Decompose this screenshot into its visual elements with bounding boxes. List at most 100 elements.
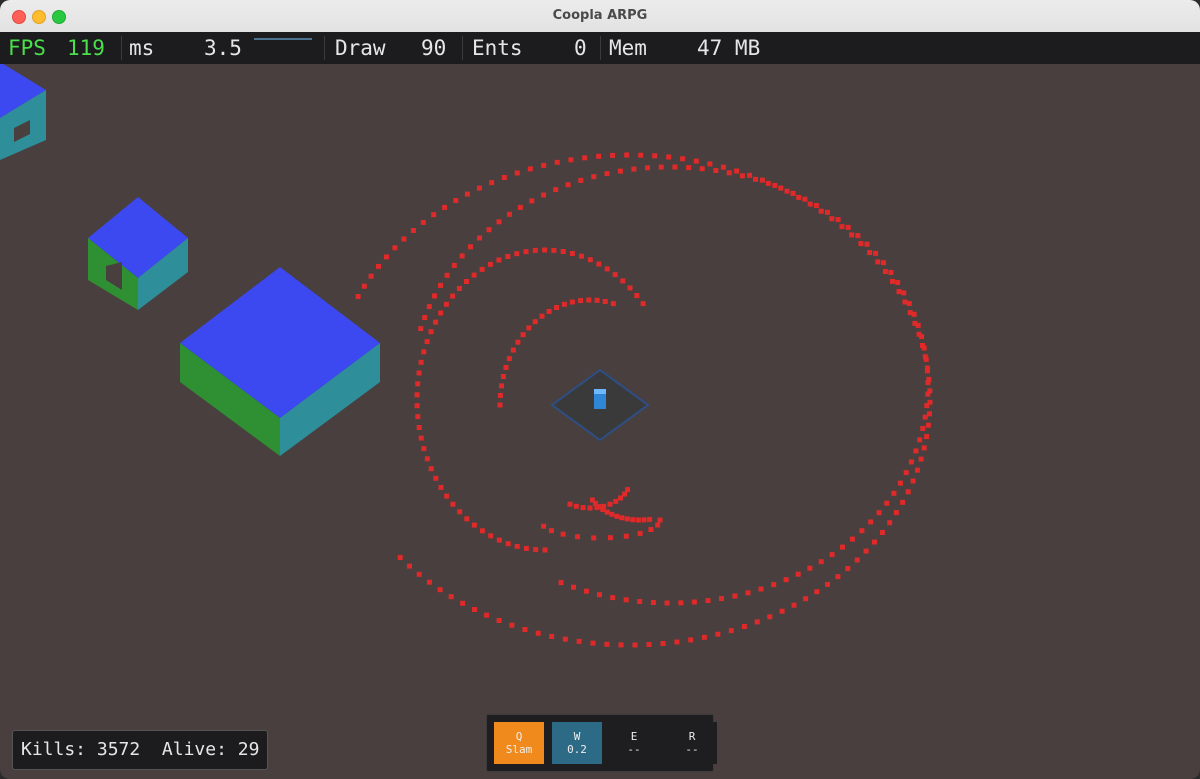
enemy-unit [660,641,666,646]
enemy-unit [900,499,906,505]
enemy-unit [431,212,437,218]
enemy-unit [484,612,490,618]
enemy-unit [924,403,930,409]
enemy-unit [554,159,560,165]
enemy-unit [450,293,456,299]
enemy-unit [416,571,422,577]
skill-slot-e[interactable]: E -- [609,722,659,764]
enemy-unit [460,600,466,606]
enemy-unit [424,456,430,462]
enemy-unit [532,247,538,253]
enemy-unit [604,509,610,515]
enemy-unit [664,600,670,606]
skill-slot-q[interactable]: Q Slam [494,722,544,764]
enemy-unit [701,634,707,640]
enemy-unit [635,517,641,523]
skill-bar: Q Slam W 0.2 E -- R -- [486,714,717,772]
enemy-unit [910,478,916,484]
game-window: Coopla ARPG FPS 119 ms 3.5 Draw 90 Ents … [0,0,1200,779]
enemy-unit [529,198,535,204]
enemy-unit [778,185,784,191]
enemy-unit [497,402,503,408]
enemy-unit [471,522,477,528]
enemy-unit [578,298,584,304]
enemy-unit [418,326,424,332]
enemy-unit [906,301,912,306]
enemy-unit [549,634,555,639]
enemy-unit [596,153,602,159]
enemy-unit [867,250,873,256]
enemy-unit [384,254,389,260]
enemy-unit [674,639,680,645]
enemy-unit [602,299,608,304]
skill-slot-r[interactable]: R -- [667,722,717,764]
player-character[interactable] [594,389,606,409]
enemy-unit [573,503,579,509]
enemy-unit [568,157,574,163]
enemy-unit [620,278,626,284]
enemy-unit [627,285,633,291]
enemy-unit [818,208,824,214]
enemy-unit [515,339,521,345]
enemy-unit [720,164,726,170]
enemy-unit [638,152,644,158]
enemy-unit [646,642,652,647]
enemy-unit [437,587,443,593]
enemy-unit [814,589,820,595]
enemy-unit [610,595,616,601]
enemy-unit [925,422,931,428]
enemy-unit [414,403,420,409]
enemy-unit [438,310,444,316]
skill-empty-label: -- [685,743,699,756]
mem-label: Mem [609,36,647,60]
enemy-unit [558,580,564,586]
enemy-unit [527,166,533,172]
enemy-unit [541,162,547,168]
draw-value: 90 [421,36,447,60]
enemy-unit [426,304,432,310]
enemy-unit [779,608,785,614]
enemy-unit [688,637,694,643]
skill-key-label: R [688,730,696,743]
skill-empty-label: -- [627,743,641,756]
enemy-unit [421,349,427,355]
game-viewport[interactable] [0,64,1200,779]
enemy-unit [589,497,595,503]
enemy-unit [450,501,456,507]
enemy-unit [505,541,511,547]
enemy-unit [542,547,548,553]
enemy-unit [648,527,654,532]
enemy-unit [539,313,545,319]
enemy-unit [829,552,835,558]
enemy-unit [468,244,473,250]
enemy-unit [560,531,566,537]
enemy-unit [707,161,713,167]
enemy-unit [771,582,777,588]
enemy-unit [542,247,548,253]
enemy-unit [496,257,502,263]
enemy-unit [590,640,596,646]
enemy-unit [497,392,503,398]
enemy-unit [361,283,367,289]
enemy-unit [747,172,753,178]
enemy-unit [921,345,927,351]
enemy-unit [464,191,470,197]
enemy-unit [587,505,593,511]
enemy-unit [893,510,899,516]
title-bar: Coopla ARPG [0,0,1200,33]
enemy-unit [739,173,745,179]
enemy-unit [872,539,877,545]
enemy-unit [920,426,926,431]
enemy-unit [486,227,492,233]
enemy-unit [401,236,407,242]
enemy-unit [845,566,851,571]
enemy-unit [523,249,529,255]
enemy-unit [479,266,485,272]
skill-slot-w[interactable]: W 0.2 [552,722,602,764]
enemy-unit [533,547,539,553]
enemy-unit [526,325,532,331]
enemy-unit [818,559,824,565]
enemy-unit [719,596,724,602]
enemy-unit [783,577,789,583]
enemy-unit [607,535,613,541]
